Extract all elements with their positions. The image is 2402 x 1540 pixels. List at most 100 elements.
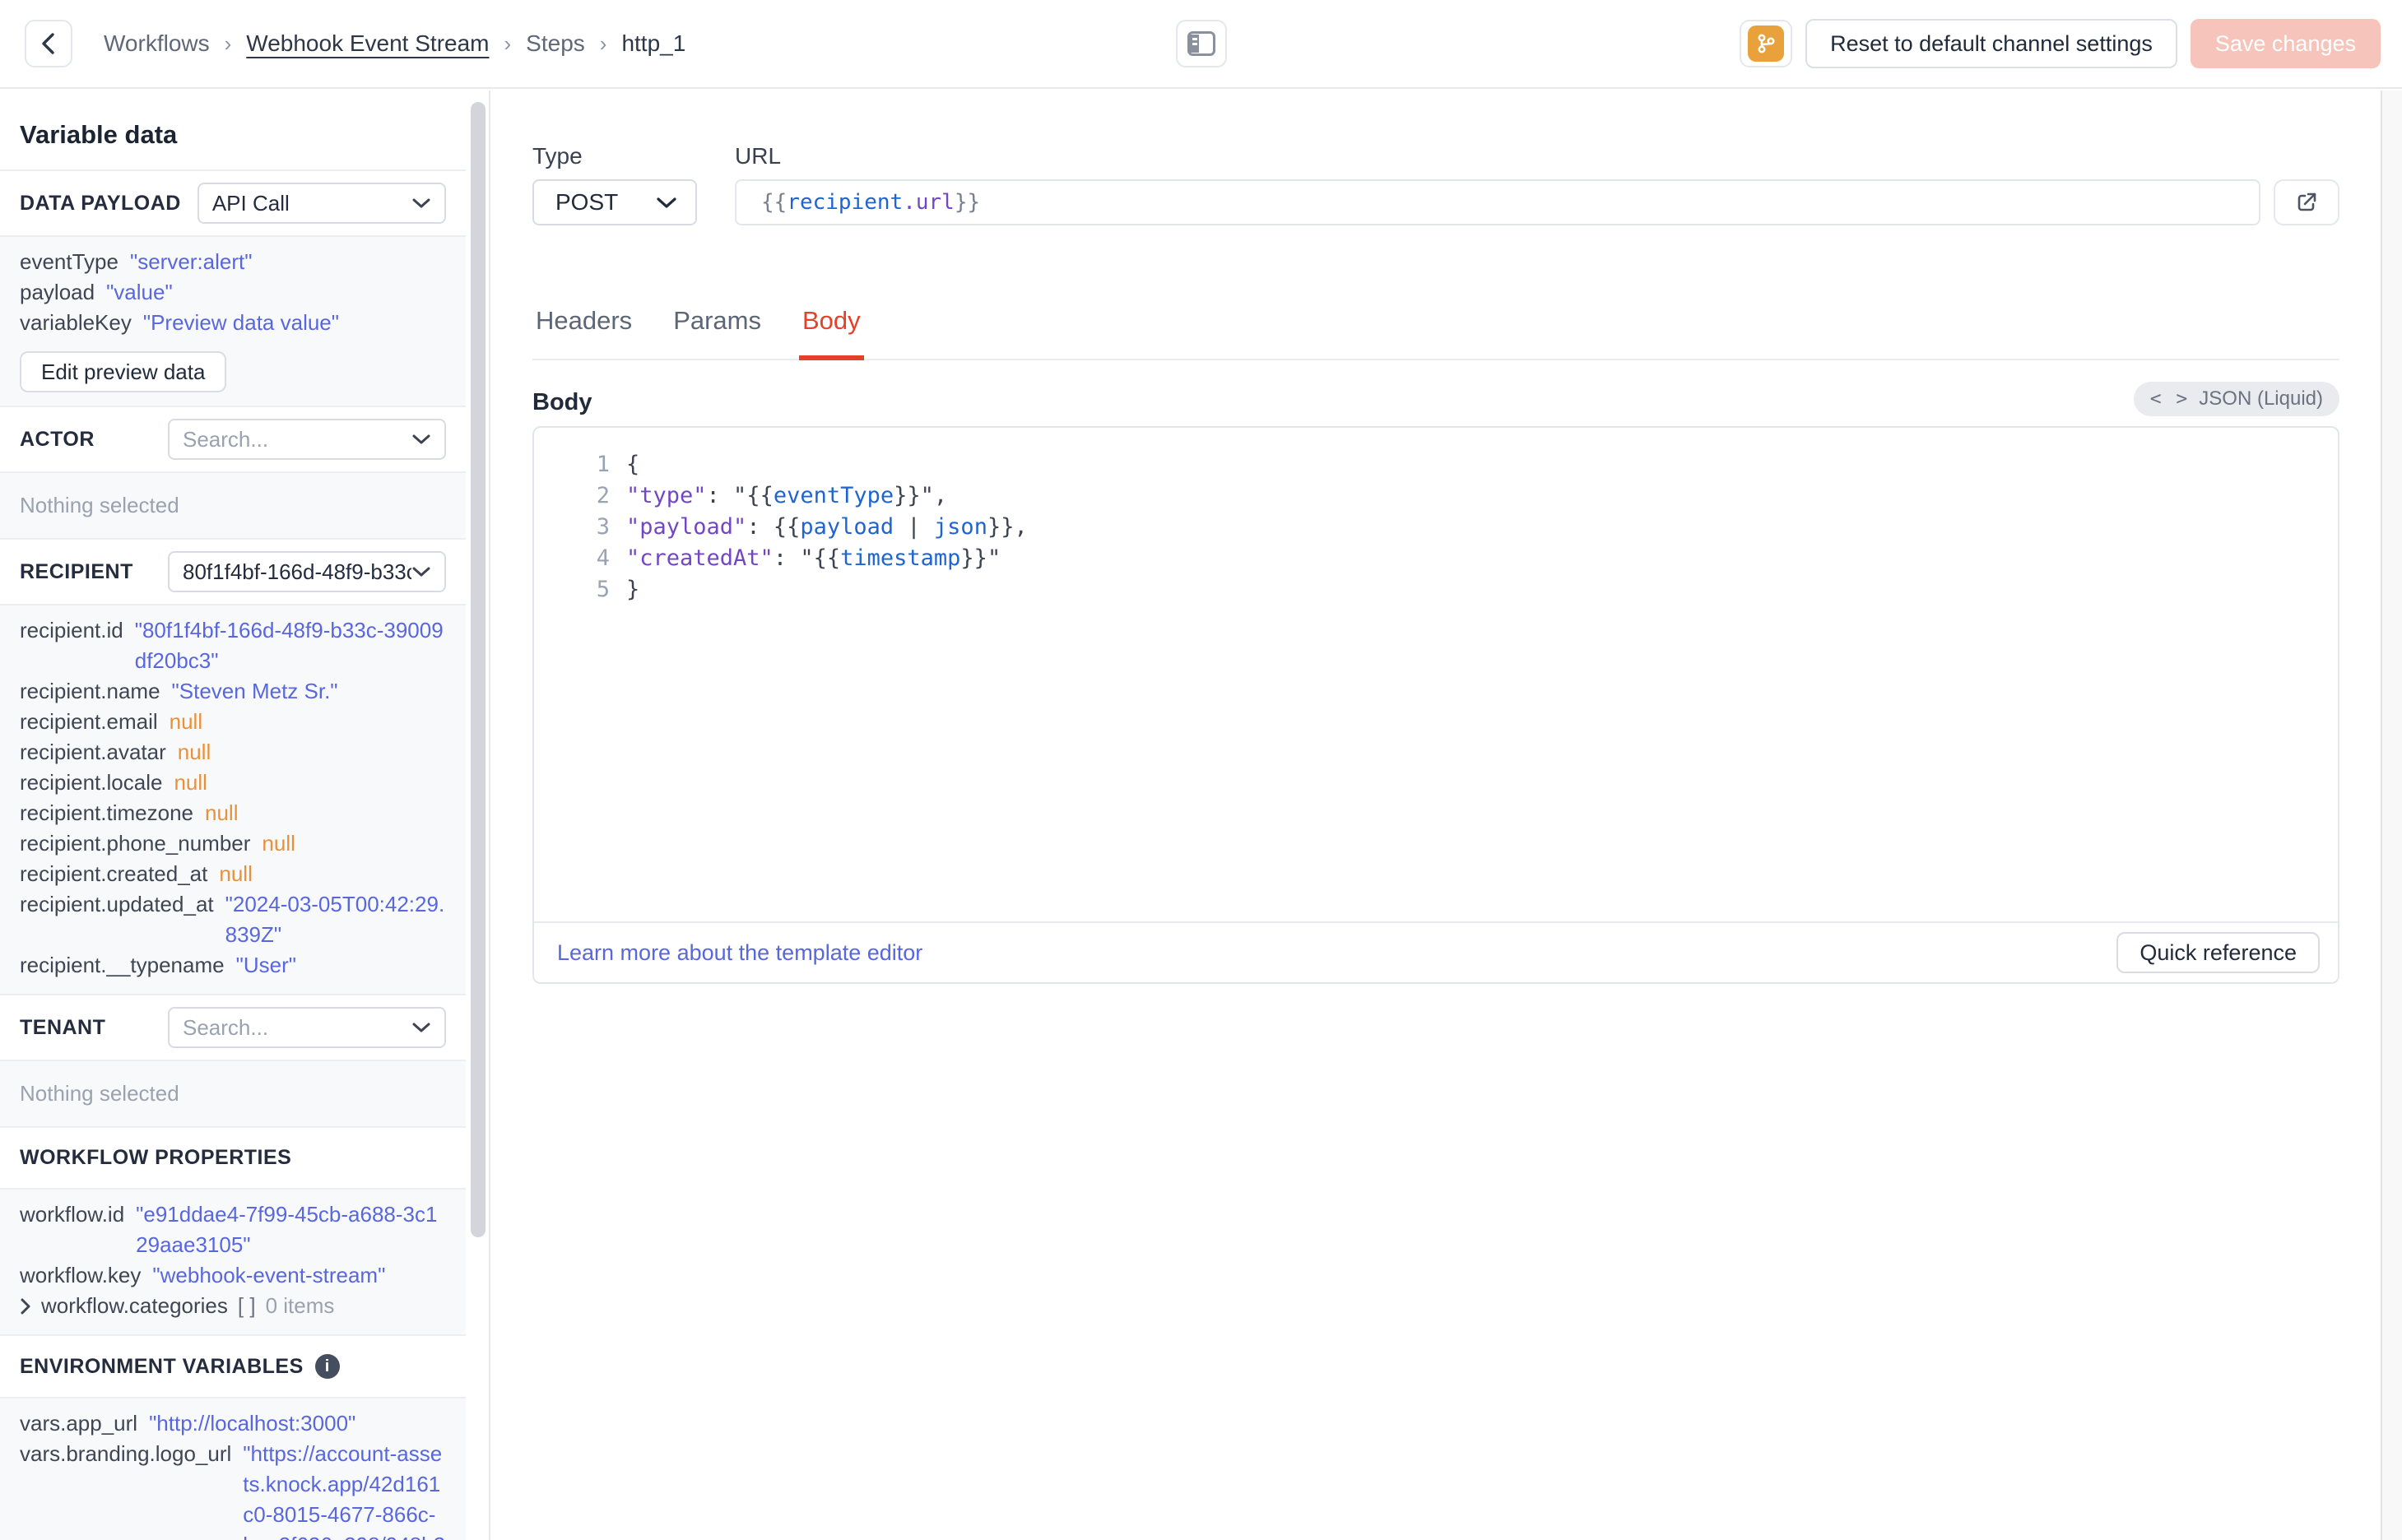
variable-value: "value" — [106, 280, 173, 304]
environment-variables-section: vars.app_url "http://localhost:3000" vars.… — [0, 1397, 466, 1540]
tenant-search-select[interactable]: Search... — [168, 1007, 446, 1048]
variable-key: recipient.created_at — [20, 861, 208, 886]
data-payload-label: DATA PAYLOAD — [20, 191, 181, 215]
breadcrumb-separator: › — [504, 30, 512, 56]
code-text: { — [626, 449, 639, 480]
code-token: | — [894, 514, 934, 540]
tab-params[interactable]: Params — [670, 306, 764, 360]
variable-key: recipient.name — [20, 679, 160, 703]
code-token: }} — [987, 514, 1015, 540]
breadcrumb-item-workflows[interactable]: Workflows — [104, 30, 210, 57]
payload-fields-section: eventType "server:alert" payload "value" var… — [0, 235, 466, 406]
variable-key: eventType — [20, 249, 118, 274]
variable-key: recipient.timezone — [20, 800, 193, 825]
variable-value: "2024-03-05T00:42:29.839Z" — [225, 892, 445, 947]
line-number: 1 — [596, 452, 610, 477]
panel-toggle-icon — [1187, 31, 1215, 56]
code-text: "payload": {{payload | json}}, — [626, 512, 1028, 543]
variable-row: workflow.id "e91ddae4-7f99-45cb-a688-3c12… — [20, 1199, 446, 1260]
back-button[interactable] — [25, 20, 72, 67]
editor-footer: Learn more about the template editor Qui… — [534, 921, 2338, 982]
environment-variables-heading: ENVIRONMENT VARIABLES i — [0, 1334, 466, 1397]
environment-variables-heading-text: ENVIRONMENT VARIABLES — [20, 1354, 304, 1378]
url-token: recipient — [787, 190, 904, 215]
variable-row: recipient.updated_at "2024-03-05T00:42:29… — [20, 889, 446, 950]
actor-row: ACTOR Search... — [0, 406, 466, 471]
variable-key: workflow.id — [20, 1202, 125, 1227]
workflow-categories-row[interactable]: workflow.categories [ ] 0 items — [20, 1291, 446, 1321]
http-method-select[interactable]: POST — [532, 179, 697, 225]
toggle-variable-panel-button[interactable] — [1175, 20, 1227, 67]
variable-data-sidebar: Variable data DATA PAYLOAD API Call even… — [0, 90, 490, 1540]
tenant-empty-state: Nothing selected — [0, 1060, 466, 1126]
commit-version-button[interactable] — [1740, 20, 1793, 67]
workflow-categories-key: workflow.categories — [41, 1293, 228, 1318]
variable-key: recipient.phone_number — [20, 831, 251, 856]
variable-value: null — [174, 770, 207, 795]
tab-body[interactable]: Body — [799, 306, 864, 360]
variable-row: eventType "server:alert" — [20, 247, 446, 277]
tab-headers[interactable]: Headers — [532, 306, 635, 360]
code-token: : " — [706, 483, 747, 508]
line-number: 5 — [596, 577, 610, 602]
save-changes-button[interactable]: Save changes — [2190, 19, 2381, 68]
code-token: } — [626, 577, 640, 602]
variable-value: null — [219, 861, 253, 886]
variable-row: recipient.email null — [20, 707, 446, 737]
variable-value: null — [169, 709, 203, 734]
workflow-properties-heading-text: WORKFLOW PROPERTIES — [20, 1146, 292, 1169]
chevron-down-icon — [411, 566, 431, 578]
variable-row: recipient.timezone null — [20, 798, 446, 828]
variable-row: recipient.created_at null — [20, 859, 446, 889]
url-token: }} — [954, 190, 981, 215]
code-token: {{ — [746, 483, 774, 508]
workflow-categories-count: 0 items — [265, 1293, 335, 1318]
sidebar-scrollbar-thumb[interactable] — [471, 102, 486, 1237]
variable-value: "http://localhost:3000" — [149, 1411, 356, 1436]
quick-reference-button[interactable]: Quick reference — [2116, 932, 2320, 973]
code-text: } — [626, 574, 639, 605]
url-label: URL — [735, 143, 782, 169]
variable-row: workflow.key "webhook-event-stream" — [20, 1260, 446, 1291]
code-text: "type": "{{eventType}}", — [626, 480, 947, 512]
breadcrumb-item-webhook-event-stream[interactable]: Webhook Event Stream — [246, 30, 489, 57]
variable-row: variableKey "Preview data value" — [20, 308, 446, 338]
code-editor[interactable]: 1{2 "type": "{{eventType}}", 3 "payload": {… — [534, 428, 2338, 921]
code-line: 4 "createdAt": "{{timestamp}}" — [534, 543, 2338, 574]
code-text: "createdAt": "{{timestamp}}" — [626, 543, 1001, 574]
chevron-down-icon — [411, 197, 431, 209]
actor-search-select[interactable]: Search... — [168, 419, 446, 460]
edit-preview-data-button[interactable]: Edit preview data — [20, 351, 227, 392]
breadcrumb-item-steps[interactable]: Steps — [526, 30, 585, 57]
code-token: "type" — [626, 483, 707, 508]
recipient-select[interactable]: 80f1f4bf-166d-48f9-b33c — [168, 551, 446, 592]
reset-channel-settings-button[interactable]: Reset to default channel settings — [1805, 19, 2177, 68]
url-input[interactable]: {{recipient .url}} — [735, 179, 2260, 225]
tenant-search-placeholder: Search... — [183, 1014, 269, 1040]
variable-row: payload "value" — [20, 277, 446, 308]
variable-row: recipient.phone_number null — [20, 828, 446, 859]
editor-language-badge: < > JSON (Liquid) — [2133, 382, 2339, 416]
data-payload-select[interactable]: API Call — [197, 183, 446, 224]
actor-label: ACTOR — [20, 427, 95, 451]
top-bar: Workflows › Webhook Event Stream › Steps › htt… — [0, 0, 2402, 89]
variable-key: recipient.avatar — [20, 740, 166, 764]
code-icon: < > — [2149, 388, 2190, 410]
variable-value: null — [177, 740, 211, 764]
variable-value: "Steven Metz Sr." — [171, 679, 338, 703]
variable-value: "80f1f4bf-166d-48f9-b33c-39009df20bc3" — [134, 618, 444, 673]
sidebar-title: Variable data — [20, 120, 178, 149]
breadcrumb-item-http-1: http_1 — [621, 30, 686, 56]
workflow-categories-bracket: [ ] — [237, 1293, 256, 1318]
info-icon[interactable]: i — [314, 1354, 340, 1379]
variable-row: recipient.avatar null — [20, 737, 446, 768]
open-url-button[interactable] — [2274, 179, 2339, 225]
actor-search-placeholder: Search... — [183, 426, 269, 452]
page-scrollbar-gutter — [2381, 90, 2402, 1540]
template-editor-docs-link[interactable]: Learn more about the template editor — [557, 940, 922, 966]
code-line: 5} — [534, 574, 2338, 605]
code-token: }} — [894, 483, 921, 508]
body-section-label: Body — [532, 389, 592, 415]
variable-row: recipient.id "80f1f4bf-166d-48f9-b33c-390… — [20, 615, 446, 676]
http-method-value: POST — [555, 189, 619, 215]
